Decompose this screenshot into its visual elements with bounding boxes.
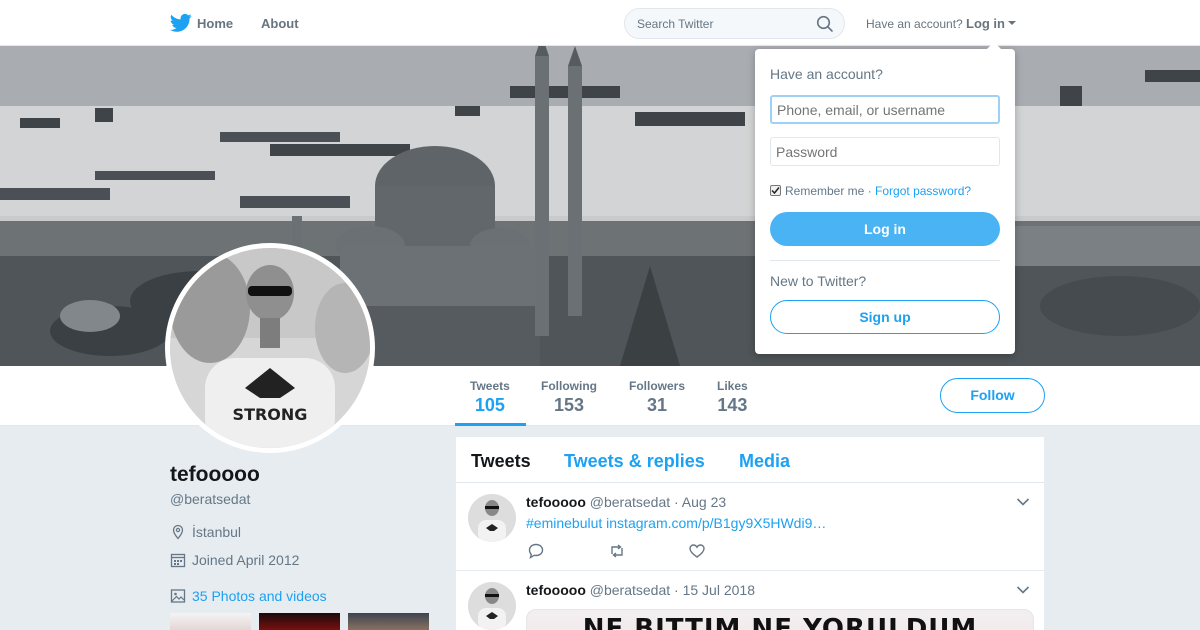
- twitter-bird-icon[interactable]: [170, 13, 192, 33]
- tweet-date[interactable]: · Aug 23: [674, 494, 726, 510]
- tweet-avatar[interactable]: [468, 494, 516, 542]
- password-field[interactable]: [770, 137, 1000, 166]
- stat-value: 143: [717, 395, 748, 415]
- dropdown-divider: [770, 260, 1000, 261]
- remember-separator: ·: [867, 184, 872, 198]
- nav-about-link[interactable]: About: [261, 16, 299, 31]
- stat-label: Likes: [717, 379, 748, 393]
- tweet-header: tefooooo @beratsedat · 15 Jul 2018: [526, 582, 755, 598]
- tweet-media-image[interactable]: NE BITTIM NE YORULDUM: [526, 609, 1034, 630]
- stat-value: 105: [474, 395, 505, 415]
- tweet-item[interactable]: tefooooo @beratsedat · Aug 23 #eminebulu…: [456, 483, 1044, 571]
- reply-icon[interactable]: [527, 542, 545, 560]
- calendar-icon: [170, 553, 186, 568]
- username-field[interactable]: [770, 95, 1000, 124]
- retweet-icon[interactable]: [608, 542, 626, 560]
- search-icon[interactable]: [816, 15, 834, 33]
- profile-avatar[interactable]: STRONG: [165, 243, 375, 453]
- caret-down-icon[interactable]: [1008, 21, 1016, 25]
- profile-handle: @beratsedat: [170, 491, 251, 507]
- remember-me-row: Remember me · Forgot password?: [770, 184, 971, 198]
- dropdown-arrow: [987, 42, 1001, 49]
- tweet-text[interactable]: #eminebulut instagram.com/p/B1gy9X5HWdi9…: [526, 515, 826, 531]
- stat-label: Following: [541, 379, 597, 393]
- follow-button[interactable]: Follow: [940, 378, 1045, 413]
- tweet-image-text: NE BITTIM NE YORULDUM: [582, 614, 978, 630]
- nav-home-link[interactable]: Home: [197, 16, 233, 31]
- stat-likes[interactable]: Likes 143: [717, 379, 748, 416]
- chevron-down-icon[interactable]: [1016, 585, 1030, 595]
- stat-value: 153: [553, 395, 585, 415]
- tab-media[interactable]: Media: [739, 451, 790, 472]
- timeline-tabs: Tweets Tweets & replies Media: [456, 437, 1044, 483]
- dropdown-title: Have an account?: [770, 66, 883, 82]
- checkmark-icon: [771, 187, 780, 195]
- stat-label: Tweets: [470, 379, 510, 393]
- forgot-password-link[interactable]: Forgot password?: [875, 184, 971, 198]
- joined-text: Joined April 2012: [192, 552, 300, 568]
- top-nav: Home About Search Twitter Have an accoun…: [0, 0, 1200, 46]
- active-stat-underline: [455, 423, 526, 426]
- profile-location: İstanbul: [170, 524, 241, 540]
- stat-label: Followers: [629, 379, 686, 393]
- tweet-avatar-image: [468, 494, 516, 542]
- media-thumbnail[interactable]: [259, 613, 340, 630]
- avatar-photo: STRONG: [170, 248, 370, 448]
- location-text: İstanbul: [192, 524, 242, 540]
- stat-tweets[interactable]: Tweets 105: [470, 379, 510, 416]
- remember-me-checkbox[interactable]: [770, 185, 781, 196]
- chevron-down-icon[interactable]: [1016, 497, 1030, 507]
- tab-tweets[interactable]: Tweets: [471, 451, 531, 472]
- tweet-date[interactable]: · 15 Jul 2018: [674, 582, 755, 598]
- new-to-twitter-text: New to Twitter?: [770, 273, 867, 289]
- location-pin-icon: [172, 524, 184, 540]
- stat-following[interactable]: Following 153: [541, 379, 597, 416]
- tab-tweets-replies[interactable]: Tweets & replies: [564, 451, 705, 472]
- tweet-item[interactable]: tefooooo @beratsedat · 15 Jul 2018 NE BI…: [456, 571, 1044, 630]
- tweet-author-name[interactable]: tefooooo: [526, 582, 586, 598]
- tweet-avatar[interactable]: [468, 582, 516, 630]
- remember-me-label[interactable]: Remember me: [785, 184, 864, 198]
- photos-videos-link[interactable]: 35 Photos and videos: [170, 588, 327, 604]
- tweet-header: tefooooo @beratsedat · Aug 23: [526, 494, 726, 510]
- profile-joined: Joined April 2012: [170, 552, 299, 568]
- login-dropdown: Have an account? Remember me · Forgot pa…: [755, 42, 1015, 354]
- image-icon: [170, 589, 186, 603]
- signup-button[interactable]: Sign up: [770, 300, 1000, 334]
- stat-followers[interactable]: Followers 31: [629, 379, 685, 416]
- media-thumbnail[interactable]: [170, 613, 251, 630]
- login-menu-link[interactable]: Log in: [966, 16, 1005, 31]
- tweet-avatar-image: [468, 582, 516, 630]
- photos-videos-text[interactable]: 35 Photos and videos: [192, 588, 327, 604]
- search-input[interactable]: Search Twitter: [624, 8, 845, 39]
- tweet-author-handle[interactable]: @beratsedat: [590, 582, 670, 598]
- login-button[interactable]: Log in: [770, 212, 1000, 246]
- profile-name: tefooooo: [170, 463, 260, 486]
- tweet-author-handle[interactable]: @beratsedat: [590, 494, 670, 510]
- timeline: Tweets Tweets & replies Media tefooooo @…: [456, 437, 1044, 630]
- search-placeholder: Search Twitter: [637, 17, 714, 31]
- like-heart-icon[interactable]: [688, 542, 706, 560]
- have-account-text: Have an account?: [866, 17, 963, 31]
- avatar-shirt-text: STRONG: [233, 405, 308, 424]
- stat-value: 31: [646, 395, 668, 415]
- media-thumbnail[interactable]: [348, 613, 429, 630]
- tweet-author-name[interactable]: tefooooo: [526, 494, 586, 510]
